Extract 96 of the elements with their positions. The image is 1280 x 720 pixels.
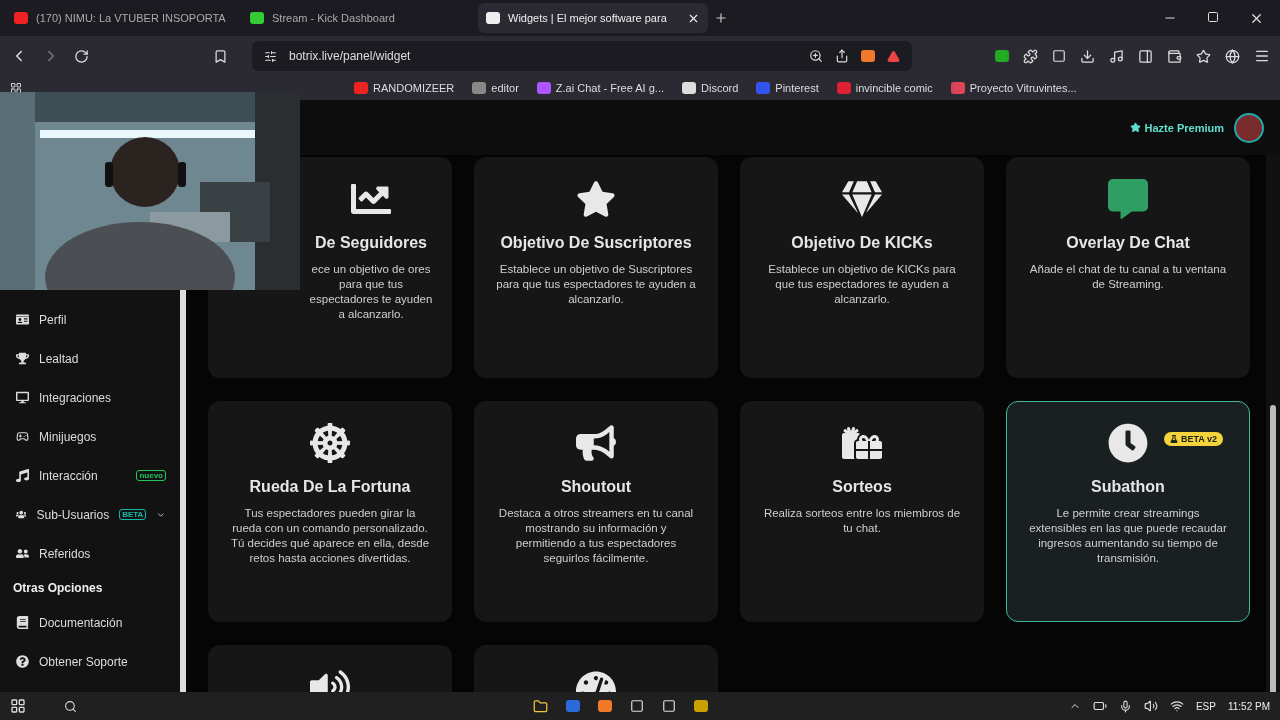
- app-icon[interactable]: [694, 700, 708, 712]
- widget-card[interactable]: Sorteos Realiza sorteos entre los miembros de tu chat.: [740, 401, 984, 622]
- widget-description: Tus espectadores pueden girar la rueda con un comando personalizado. Tú decides qué aparece en ella, desde retos hasta acciones divertidas.: [230, 506, 430, 566]
- trophy-icon: [16, 352, 29, 365]
- avatar[interactable]: [1234, 112, 1264, 143]
- widget-card[interactable]: BETA v2 Subathon Le permite crear streamings extensibles en las que puede recaudar ingresos aumentando su tiempo de transmisión.: [1006, 401, 1250, 622]
- bookmark-icon[interactable]: [213, 48, 228, 64]
- music-note-icon: [16, 469, 29, 482]
- bookmark-link[interactable]: invincible comic: [836, 82, 933, 94]
- reload-icon[interactable]: [74, 48, 89, 64]
- menu-icon[interactable]: [1254, 48, 1270, 64]
- start-icon[interactable]: [10, 698, 26, 714]
- sidebar-item[interactable]: Minijuegos: [0, 417, 180, 456]
- star-icon: [1129, 122, 1141, 133]
- sidebar-item[interactable]: Sub-Usuarios BETA: [0, 495, 180, 534]
- globe-icon[interactable]: [1225, 48, 1240, 64]
- sidebar-item[interactable]: Documentación: [0, 603, 180, 642]
- bookmark-link[interactable]: Pinterest: [756, 82, 819, 94]
- sidebar-item[interactable]: Obtener Soporte: [0, 642, 180, 681]
- star-icon: [576, 178, 616, 220]
- volume-icon[interactable]: [1143, 699, 1158, 713]
- widget-title: Shoutout: [560, 478, 632, 496]
- search-icon[interactable]: [64, 699, 77, 713]
- widget-description: ece un objetivo de ores para que tus espectadores te ayuden a alcanzarlo.: [308, 262, 434, 322]
- sidebar-icon[interactable]: [1138, 48, 1153, 64]
- favicon-icon: [14, 12, 28, 24]
- address-bar[interactable]: botrix.live/panel/widget: [252, 41, 912, 71]
- section-title: Otras Opciones: [12, 580, 104, 597]
- apps-icon[interactable]: [10, 82, 22, 94]
- widget-description: Le permite crear streamings extensibles en las que puede recaudar ingresos aumentando su tiempo de transmisión.: [1028, 506, 1228, 566]
- book-icon: [16, 616, 29, 629]
- gamepad-icon: [16, 430, 29, 443]
- favicon-icon: [486, 12, 500, 24]
- users-icon: [16, 508, 27, 521]
- widget-description: Realiza sorteos entre los miembros de tu chat.: [762, 506, 962, 536]
- bookmark-link[interactable]: Z.ai Chat - Free AI g...: [536, 82, 665, 94]
- widget-title: De Seguidores: [315, 234, 427, 252]
- widget-title: Sorteos: [832, 478, 892, 496]
- tag-label: BETA: [119, 509, 147, 520]
- folder-icon[interactable]: [533, 698, 548, 714]
- wifi-icon[interactable]: [1169, 699, 1184, 713]
- bookmark-link[interactable]: RANDOMIZEER: [354, 82, 455, 94]
- widget-title: Objetivo De KICKs: [791, 234, 933, 252]
- triangle-icon[interactable]: [887, 49, 900, 63]
- browser-tab[interactable]: Stream - Kick Dashboard: [242, 3, 472, 33]
- widget-card[interactable]: Rueda De La Fortuna Tus espectadores pueden girar la rueda con un comando personalizado. Tú decides qué aparece en ella, desde retos hasta acciones divertidas.: [208, 401, 452, 622]
- help-icon: [16, 655, 29, 668]
- premium-link[interactable]: Hazte Premium: [1129, 121, 1224, 134]
- maximize-icon[interactable]: [1207, 10, 1219, 23]
- share-icon[interactable]: [835, 49, 849, 63]
- widget-title: Subathon: [1091, 478, 1165, 496]
- window-icon[interactable]: [662, 699, 676, 713]
- widget-card[interactable]: Shoutout Destaca a otros streamers en tu canal mostrando su información y permitiendo a tus espectadores seguirlos fácilmente.: [474, 401, 718, 622]
- people-icon: [16, 547, 29, 560]
- widget-description: Añade el chat de tu canal a tu ventana de Streaming.: [1028, 262, 1228, 292]
- tag-label: nuevo: [136, 470, 166, 481]
- id-card-icon: [16, 313, 29, 326]
- bookmark-link[interactable]: editor: [472, 82, 519, 94]
- sidebar-item[interactable]: Integraciones: [0, 378, 180, 417]
- monitor-icon: [16, 391, 29, 404]
- beta-badge: BETA v2: [1164, 432, 1223, 446]
- widget-title: Rueda De La Fortuna: [249, 478, 411, 496]
- megaphone-icon: [576, 422, 616, 464]
- sidebar-item[interactable]: Interacción nuevo: [0, 456, 180, 495]
- download-icon[interactable]: [1080, 48, 1095, 64]
- puzzle-icon[interactable]: [1023, 48, 1038, 64]
- widget-card[interactable]: Objetivo De KICKs Establece un objetivo de KICKs para que tus espectadores te ayuden a alcanzarlo.: [740, 157, 984, 378]
- window-icon[interactable]: [630, 699, 644, 713]
- widget-description: Destaca a otros streamers en tu canal mostrando su información y permitiendo a tus espectadores seguirlos fácilmente.: [497, 506, 695, 566]
- sidebar-item[interactable]: Perfil: [0, 300, 180, 339]
- zoom-icon[interactable]: [809, 49, 823, 63]
- widget-title: Objetivo De Suscriptores: [500, 234, 692, 252]
- bookmark-link[interactable]: Discord: [682, 82, 739, 94]
- browser-icon[interactable]: [598, 700, 612, 712]
- wheel-icon: [310, 422, 350, 464]
- widget-card[interactable]: Objetivo De Suscriptores Establece un objetivo de Suscriptores para que tus espectadores te ayuden a alcanzarlo.: [474, 157, 718, 378]
- favicon-icon: [250, 12, 264, 24]
- site-settings-icon[interactable]: [264, 49, 277, 63]
- battery-icon: [1092, 699, 1107, 713]
- widget-title: Overlay De Chat: [1066, 234, 1190, 252]
- widget-card[interactable]: Overlay De Chat Añade el chat de tu canal a tu ventana de Streaming.: [1006, 157, 1250, 378]
- language-indicator[interactable]: ESP: [1195, 700, 1216, 712]
- widget-description: Establece un objetivo de KICKs para que tus espectadores te ayuden a alcanzarlo.: [767, 262, 957, 307]
- widget-description: Establece un objetivo de Suscriptores para que tus espectadores te ayuden a alcanzarlo.: [496, 262, 696, 307]
- new-tab-icon[interactable]: [714, 11, 728, 25]
- clock-text: 11:52 PM: [1227, 700, 1270, 712]
- clock-icon: [1108, 422, 1148, 464]
- microphone-icon[interactable]: [1118, 699, 1132, 713]
- browser-tab[interactable]: Widgets | El mejor software para: [478, 3, 708, 33]
- sidebar-item[interactable]: Referidos: [0, 534, 180, 573]
- chat-bubble-icon: [1108, 178, 1148, 220]
- music-icon[interactable]: [1109, 48, 1124, 64]
- wallet-icon[interactable]: [1167, 48, 1182, 64]
- sidebar-item[interactable]: Lealtad: [0, 339, 180, 378]
- bookmark-link[interactable]: Proyecto Vitruvintes...: [950, 82, 1077, 94]
- browser-tab[interactable]: (170) NIMU: La VTUBER INSOPORTA: [6, 3, 236, 33]
